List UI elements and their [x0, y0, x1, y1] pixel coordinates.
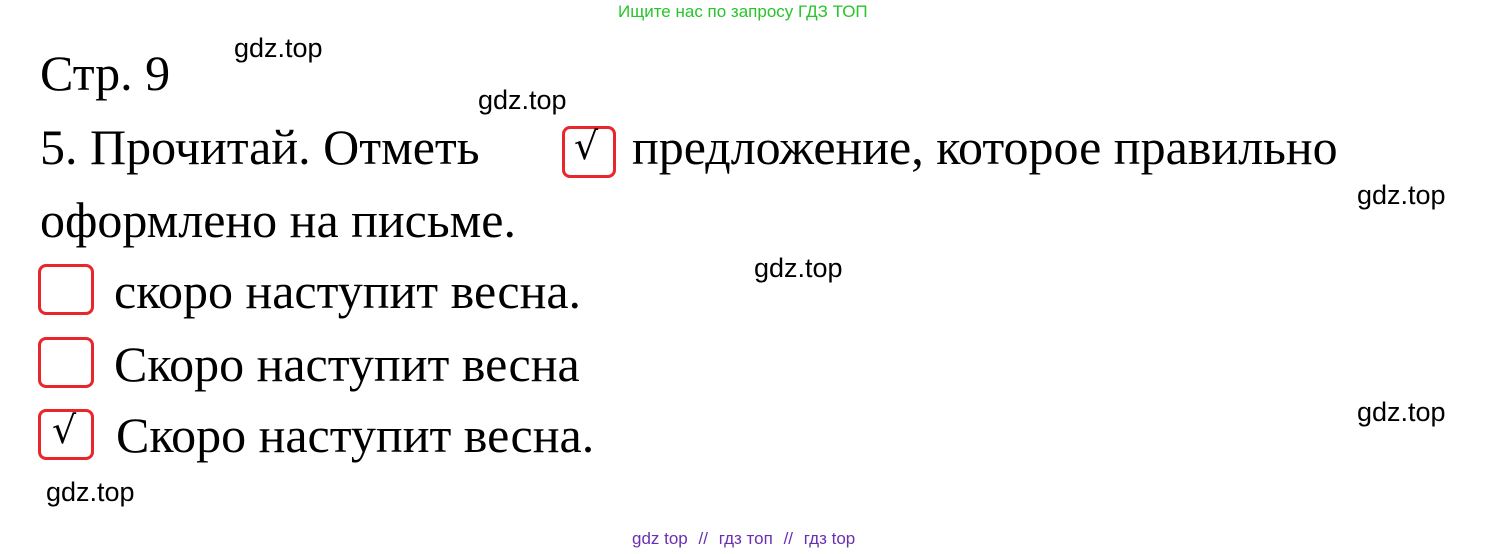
option-1-checkbox[interactable]	[38, 264, 94, 315]
watermark: gdz.top	[754, 253, 843, 283]
watermark: gdz.top	[478, 85, 567, 115]
footer-link-gdz-top-mixed[interactable]: гдз top	[804, 529, 856, 548]
option-2-text: Скоро наступит весна	[114, 336, 580, 392]
watermark: gdz.top	[1357, 397, 1446, 427]
footer-link-gdz-top-ru[interactable]: гдз топ	[719, 529, 773, 548]
top-promo[interactable]: Ищите нас по запросу ГДЗ ТОП	[618, 2, 868, 22]
option-2-checkbox[interactable]	[38, 337, 94, 388]
watermark: gdz.top	[1357, 180, 1446, 210]
option-3-text: Скоро наступит весна.	[116, 407, 595, 463]
footer-separator: //	[698, 529, 708, 548]
footer-separator: //	[783, 529, 794, 548]
page-label: Стр. 9	[40, 45, 171, 101]
footer-links: gdz top // гдз топ // гдз top	[632, 529, 855, 549]
watermark: gdz.top	[234, 33, 323, 63]
task-intro-before: 5. Прочитай. Отметь	[40, 119, 480, 175]
footer-link-gdz-top[interactable]: gdz top	[632, 529, 688, 548]
check-mark-icon: √	[52, 408, 77, 452]
check-mark-icon: √	[574, 124, 599, 168]
option-1-text: скоро наступит весна.	[114, 263, 582, 319]
task-intro-line2: оформлено на письме.	[40, 192, 516, 248]
watermark: gdz.top	[46, 477, 135, 507]
task-intro-after: предложение, которое правильно	[632, 119, 1338, 175]
